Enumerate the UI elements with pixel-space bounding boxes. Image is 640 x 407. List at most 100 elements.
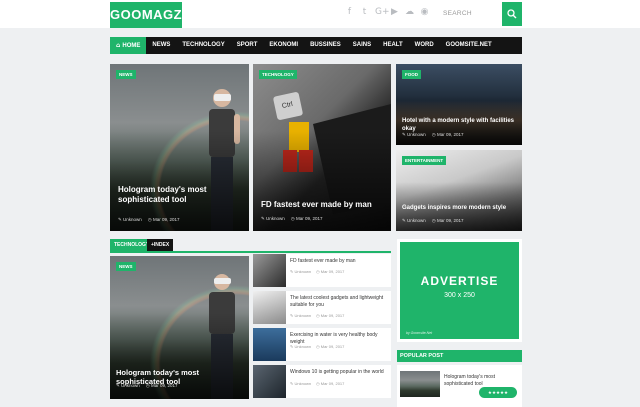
author-icon: ✎ bbox=[402, 133, 406, 138]
card-title[interactable]: Gadgets inspires more modern style bbox=[402, 205, 520, 213]
nav-ekonomi[interactable]: EKONOMI bbox=[263, 37, 304, 54]
author: Unknown bbox=[407, 218, 426, 223]
card-meta: ✎ Unknown ◷ Mar 09, 2017 bbox=[261, 216, 323, 222]
list-item[interactable]: FD fastest ever made by man ✎ Unknown ◷ … bbox=[253, 254, 391, 287]
card-meta: ✎ Unknown ◷ Mar 09, 2017 bbox=[116, 383, 178, 389]
popular-post-heading: POPULAR POST bbox=[397, 350, 522, 362]
card-shade bbox=[110, 130, 249, 231]
nav-technology[interactable]: TECHNOLOGY bbox=[176, 37, 230, 54]
date: Mar 09, 2017 bbox=[153, 217, 180, 222]
category-badge[interactable]: ENTERTAINMENT bbox=[402, 156, 447, 165]
popular-post-title[interactable]: Hologram today's most sophisticated tool bbox=[444, 374, 518, 388]
advertise-banner[interactable]: ADVERTISE 300 x 250 by Goomsite.Net bbox=[400, 242, 519, 339]
advertise-size: 300 x 250 bbox=[444, 292, 475, 299]
youtube-icon[interactable]: ▶ bbox=[390, 7, 399, 17]
list-thumbnail[interactable] bbox=[253, 291, 286, 324]
google-plus-icon[interactable]: G+ bbox=[375, 7, 390, 17]
popular-thumbnail[interactable] bbox=[400, 371, 440, 397]
search-placeholder: SEARCH bbox=[443, 10, 472, 17]
nav-goomsite[interactable]: GOOMSITE.NET bbox=[440, 37, 498, 54]
nav-news[interactable]: NEWS bbox=[146, 37, 176, 54]
author-icon: ✎ bbox=[290, 313, 294, 318]
clock-icon: ◷ bbox=[431, 133, 436, 138]
author: Unknown bbox=[294, 344, 312, 349]
top-header bbox=[0, 0, 640, 28]
category-badge[interactable]: TECHNOLOGY bbox=[259, 70, 297, 79]
clock-icon: ◷ bbox=[316, 344, 320, 349]
section-header: TECHNOLOGY +INDEX bbox=[110, 239, 391, 253]
card-meta: ✎ Unknown ◷ Mar 09, 2017 bbox=[402, 218, 464, 224]
author-icon: ✎ bbox=[290, 381, 294, 386]
author-icon: ✎ bbox=[261, 217, 265, 222]
card-title[interactable]: FD fastest ever made by man bbox=[261, 200, 386, 210]
clock-icon: ◷ bbox=[147, 218, 152, 223]
nav-sains[interactable]: SAINS bbox=[347, 37, 377, 54]
date: Mar 09, 2017 bbox=[320, 344, 345, 349]
nav-word[interactable]: WORD bbox=[409, 37, 440, 54]
search-button[interactable] bbox=[502, 2, 522, 26]
author-icon: ✎ bbox=[118, 218, 122, 223]
author: Unknown bbox=[121, 383, 140, 388]
author: Unknown bbox=[123, 217, 142, 222]
featured-right-top-card[interactable]: FOOD Hotel with a modern style with faci… bbox=[396, 64, 522, 145]
twitter-icon[interactable]: t bbox=[360, 7, 369, 17]
list-thumbnail[interactable] bbox=[253, 328, 286, 361]
date: Mar 09, 2017 bbox=[320, 313, 345, 318]
category-badge[interactable]: NEWS bbox=[116, 70, 136, 79]
nav-bussines[interactable]: BUSSINES bbox=[304, 37, 347, 54]
featured-main-card[interactable]: NEWS Hologram today's most sophisticated… bbox=[110, 64, 249, 231]
card-meta: ✎ Unknown ◷ Mar 09, 2017 bbox=[402, 132, 464, 138]
advertise-credit: by Goomsite.Net bbox=[406, 331, 433, 335]
nav-sport[interactable]: SPORT bbox=[231, 37, 264, 54]
list-item[interactable]: Windows 10 is getting popular in the wor… bbox=[253, 365, 391, 398]
date: Mar 09, 2017 bbox=[151, 383, 178, 388]
clock-icon: ◷ bbox=[290, 217, 295, 222]
list-thumbnail[interactable] bbox=[253, 254, 286, 287]
author: Unknown bbox=[407, 132, 426, 137]
category-badge[interactable]: FOOD bbox=[402, 70, 421, 79]
list-item[interactable]: Exercising in water is very healthy body… bbox=[253, 328, 391, 361]
clock-icon: ◷ bbox=[145, 384, 150, 389]
list-item[interactable]: The latest coolest gadgets and lightweig… bbox=[253, 291, 391, 324]
main-nav: ⌂ HOME NEWS TECHNOLOGY SPORT EKONOMI BUS… bbox=[110, 37, 522, 54]
list-item-meta: ✎ Unknown ◷ Mar 09, 2017 bbox=[290, 381, 344, 386]
nav-healt[interactable]: HEALT bbox=[377, 37, 409, 54]
author-icon: ✎ bbox=[290, 269, 294, 274]
advertise-box: ADVERTISE 300 x 250 by Goomsite.Net bbox=[397, 239, 522, 342]
soundcloud-icon[interactable]: ☁ bbox=[405, 7, 414, 17]
site-logo[interactable]: GOOMAGZ bbox=[110, 2, 182, 28]
card-title[interactable]: Hotel with a modern style with facilitie… bbox=[402, 118, 520, 133]
clock-icon: ◷ bbox=[316, 269, 320, 274]
featured-middle-card[interactable]: Ctrl TECHNOLOGY FD fastest ever made by … bbox=[253, 64, 391, 231]
date: Mar 09, 2017 bbox=[296, 216, 323, 221]
rating-stars: ★★★★★ bbox=[479, 387, 517, 398]
popular-post-item[interactable]: Hologram today's most sophisticated tool… bbox=[397, 365, 522, 407]
social-icons: f t G+ ▶ ☁ ◉ bbox=[345, 7, 429, 17]
list-item-title[interactable]: The latest coolest gadgets and lightweig… bbox=[290, 295, 388, 309]
author: Unknown bbox=[294, 269, 312, 274]
rss-icon[interactable]: ◉ bbox=[420, 7, 429, 17]
section-index-link[interactable]: +INDEX bbox=[147, 239, 174, 251]
list-item-meta: ✎ Unknown ◷ Mar 09, 2017 bbox=[290, 313, 344, 318]
author-icon: ✎ bbox=[402, 219, 406, 224]
facebook-icon[interactable]: f bbox=[345, 7, 354, 17]
clock-icon: ◷ bbox=[316, 313, 320, 318]
list-item-title[interactable]: FD fastest ever made by man bbox=[290, 258, 388, 265]
list-thumbnail[interactable] bbox=[253, 365, 286, 398]
nav-home[interactable]: ⌂ HOME bbox=[110, 37, 147, 54]
date: Mar 09, 2017 bbox=[320, 269, 345, 274]
featured-right-bottom-card[interactable]: ENTERTAINMENT Gadgets inspires more mode… bbox=[396, 150, 522, 231]
nav-home-label: HOME bbox=[122, 43, 141, 49]
list-item-meta: ✎ Unknown ◷ Mar 09, 2017 bbox=[290, 269, 344, 274]
list-item-title[interactable]: Windows 10 is getting popular in the wor… bbox=[290, 369, 388, 376]
section-main-card[interactable]: NEWS Hologram today's most sophisticated… bbox=[110, 256, 249, 399]
clock-icon: ◷ bbox=[316, 381, 320, 386]
card-meta: ✎ Unknown ◷ Mar 09, 2017 bbox=[118, 217, 180, 223]
card-title[interactable]: Hologram today's most sophisticated tool bbox=[118, 185, 238, 205]
author: Unknown bbox=[294, 381, 312, 386]
category-badge[interactable]: NEWS bbox=[116, 262, 136, 271]
author-icon: ✎ bbox=[290, 344, 294, 349]
advertise-title: ADVERTISE bbox=[420, 274, 499, 288]
author: Unknown bbox=[266, 216, 285, 221]
clock-icon: ◷ bbox=[431, 219, 436, 224]
